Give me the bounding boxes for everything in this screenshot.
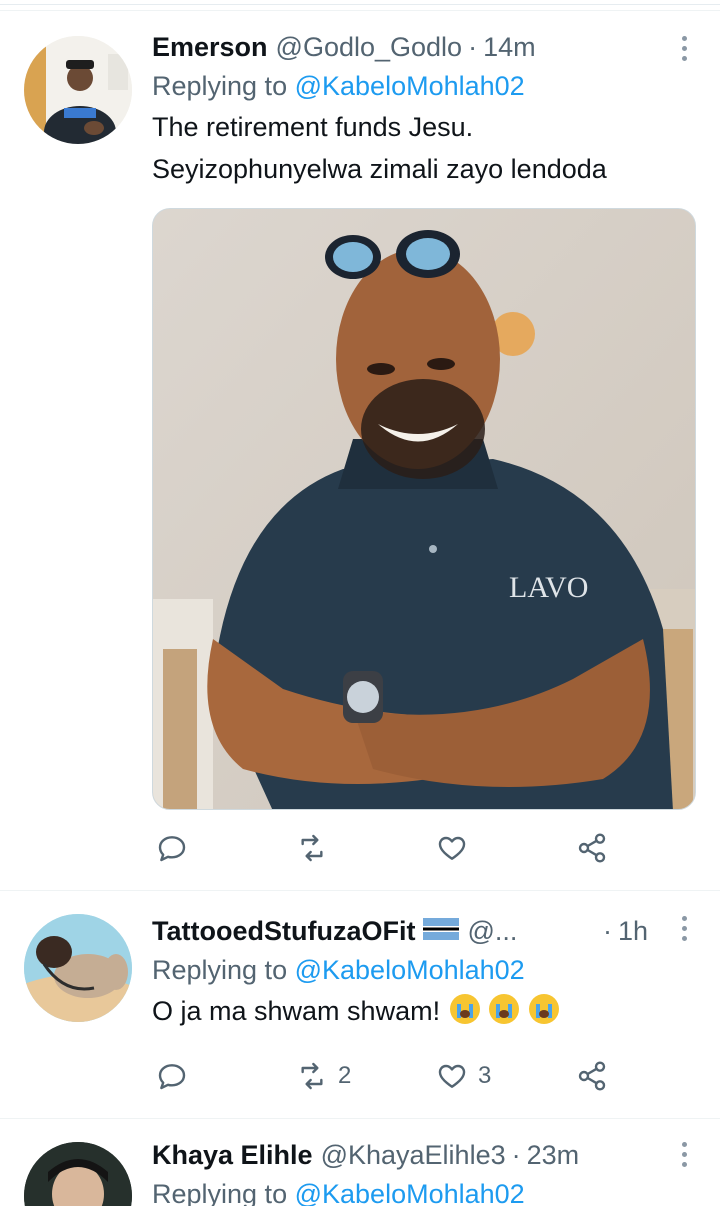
separator-dot: ·: [511, 1140, 521, 1170]
more-options-icon[interactable]: [680, 916, 688, 941]
like-button[interactable]: 3: [436, 1060, 491, 1092]
replying-label: Replying to: [152, 71, 288, 101]
avatar-image: [24, 36, 132, 144]
tweet-3[interactable]: Khaya Elihle @KhayaElihle3 · 23m Replyin…: [0, 1118, 720, 1206]
avatar-image: [24, 914, 132, 1022]
photo-man-smiling: LAVO: [153, 209, 695, 809]
retweet-icon: [301, 834, 323, 862]
loudly-crying-face-icon: [528, 994, 559, 1024]
replying-to: Replying to @KabeloMohlah02: [152, 950, 696, 990]
separator-dot: ·: [468, 32, 478, 62]
separator-dot: ·: [602, 916, 612, 946]
user-handle[interactable]: @Godlo_Godlo: [276, 28, 463, 66]
more-options-icon[interactable]: [680, 1142, 688, 1167]
replying-label: Replying to: [152, 955, 288, 985]
share-button[interactable]: [576, 1060, 608, 1092]
replying-to: Replying to @KabeloMohlah02: [152, 1174, 696, 1206]
tweet-actions: [152, 832, 612, 868]
tweet-text-content: O ja ma shwam shwam!: [152, 996, 441, 1026]
retweet-icon: [301, 1062, 323, 1090]
tweet-header: TattooedStufuzaOFit @... · 1h: [152, 912, 696, 950]
tweet-header: Emerson @Godlo_Godlo · 14m: [152, 28, 696, 66]
user-handle[interactable]: @...: [467, 912, 517, 950]
shirt-logo-text: LAVO: [509, 571, 588, 604]
botswana-flag-icon: [423, 918, 460, 940]
avatar[interactable]: [24, 914, 132, 1022]
more-options-icon[interactable]: [680, 36, 688, 61]
tweet-text: O ja ma shwam shwam!: [152, 990, 696, 1032]
reply-icon: [158, 1064, 186, 1090]
tweet-1[interactable]: Emerson @Godlo_Godlo · 14m Replying to @…: [0, 0, 720, 890]
display-name[interactable]: Emerson: [152, 28, 268, 66]
like-count: 3: [478, 1062, 492, 1089]
avatar[interactable]: [24, 1142, 132, 1206]
timestamp[interactable]: 1h: [618, 912, 648, 950]
share-icon: [578, 833, 606, 863]
avatar[interactable]: [24, 36, 132, 144]
tweet-text-line: Seyizophunyelwa zimali zayo lendoda: [152, 154, 607, 184]
replying-label: Replying to: [152, 1179, 288, 1206]
retweet-button[interactable]: [296, 832, 338, 864]
replying-mention[interactable]: @KabeloMohlah02: [295, 71, 525, 101]
tweet-header: Khaya Elihle @KhayaElihle3 · 23m: [152, 1136, 696, 1174]
replying-mention[interactable]: @KabeloMohlah02: [295, 955, 525, 985]
display-name[interactable]: Khaya Elihle: [152, 1136, 313, 1174]
tweet-text: The retirement funds Jesu. Seyizophunyel…: [152, 106, 696, 190]
replying-to: Replying to @KabeloMohlah02: [152, 66, 696, 106]
avatar-image: [24, 1142, 132, 1206]
user-handle[interactable]: @KhayaElihle3: [321, 1136, 506, 1174]
replying-mention[interactable]: @KabeloMohlah02: [295, 1179, 525, 1206]
tweet-media-image[interactable]: LAVO: [152, 208, 696, 810]
heart-icon: [438, 836, 466, 860]
timestamp[interactable]: 23m: [527, 1136, 580, 1174]
display-name[interactable]: TattooedStufuzaOFit: [152, 912, 415, 950]
retweet-button[interactable]: 2: [296, 1060, 351, 1092]
share-icon: [578, 1061, 606, 1091]
share-button[interactable]: [576, 832, 608, 864]
timestamp[interactable]: 14m: [483, 28, 536, 66]
heart-icon: [438, 1064, 466, 1088]
loudly-crying-face-icon: [449, 994, 480, 1024]
tweet-2[interactable]: TattooedStufuzaOFit @... · 1h Replying t…: [0, 890, 720, 1118]
tweet-actions: 2 3: [152, 1060, 612, 1096]
reply-button[interactable]: [156, 832, 198, 864]
reply-button[interactable]: [156, 1060, 198, 1092]
retweet-count: 2: [338, 1062, 352, 1089]
like-button[interactable]: [436, 832, 478, 864]
tweet-text-line: The retirement funds Jesu.: [152, 112, 474, 142]
loudly-crying-face-icon: [489, 994, 520, 1024]
reply-icon: [158, 836, 186, 862]
